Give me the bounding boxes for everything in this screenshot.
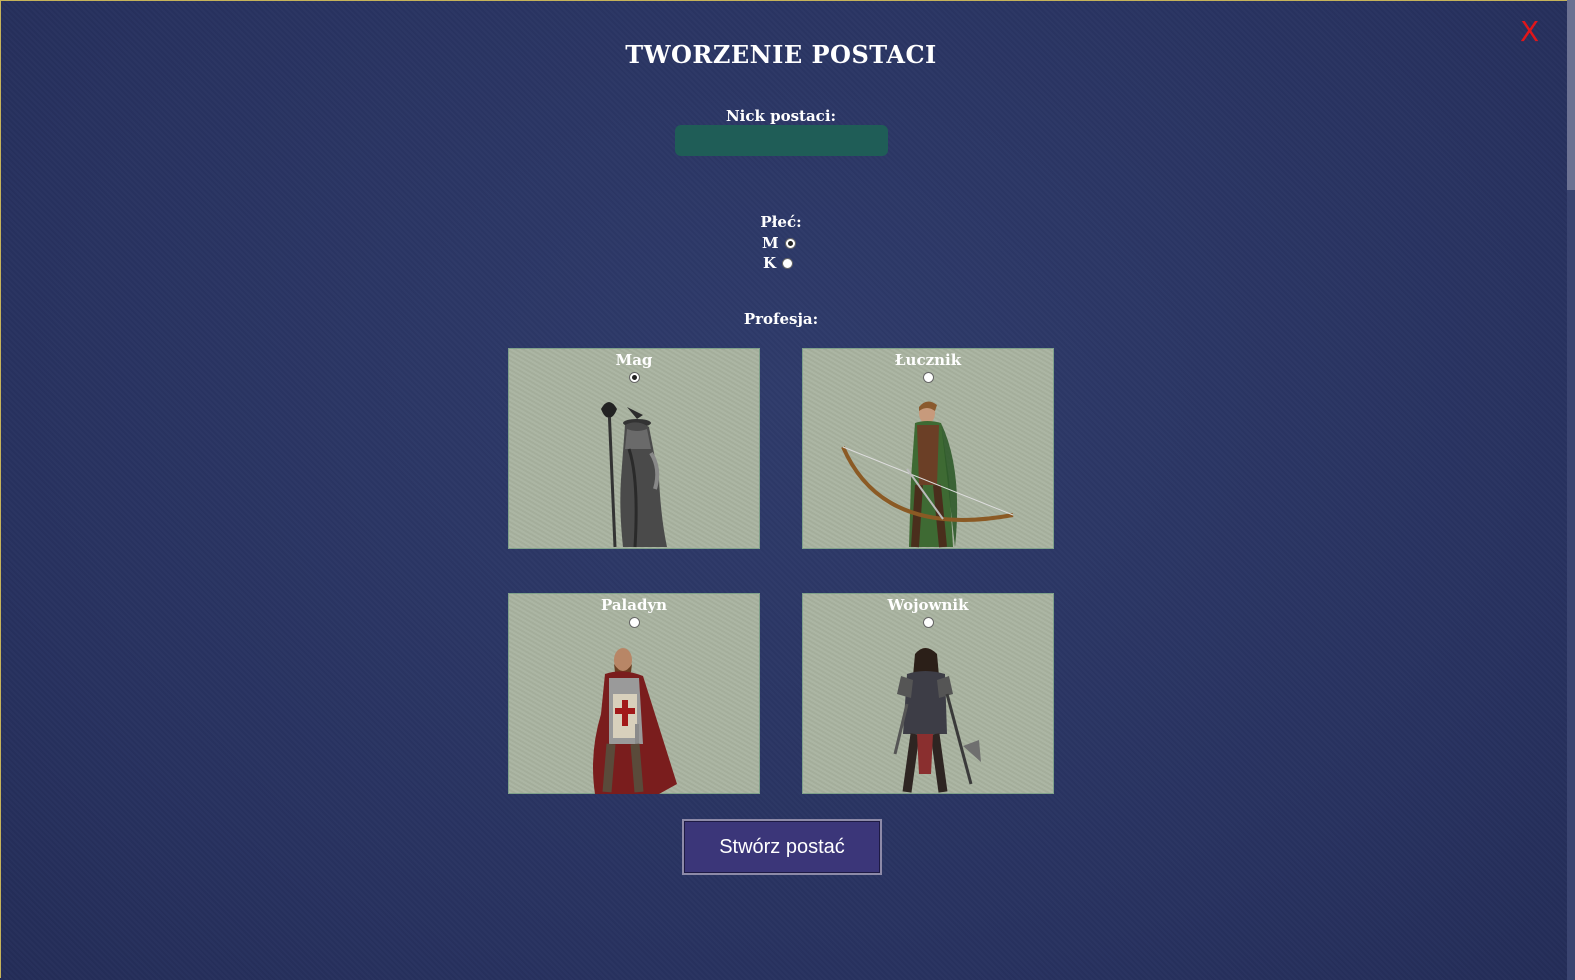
profession-card-name: Paladyn	[600, 596, 668, 614]
profession-lucznik-radio[interactable]	[923, 372, 934, 383]
warrior-illustration	[893, 648, 981, 793]
profession-card-mag[interactable]: Mag	[508, 348, 760, 549]
mage-illustration	[601, 402, 667, 548]
profession-card-paladyn[interactable]: Paladyn	[508, 593, 760, 794]
create-character-button[interactable]: Stwórz postać	[682, 819, 882, 875]
profession-card-wojownik[interactable]: Wojownik	[802, 593, 1054, 794]
profession-card-name: Łucznik	[894, 351, 962, 369]
gender-option-k[interactable]: K	[763, 254, 794, 272]
gender-option-m[interactable]: M	[762, 234, 796, 252]
profession-label: Profesja:	[743, 310, 819, 328]
scrollbar[interactable]	[1567, 0, 1575, 980]
gender-option-label: K	[763, 254, 777, 272]
nick-input[interactable]	[675, 125, 888, 156]
profession-card-lucznik[interactable]: Łucznik	[802, 348, 1054, 549]
archer-illustration	[841, 401, 1014, 548]
profession-card-name: Mag	[615, 351, 653, 369]
gender-label: Płeć:	[760, 213, 802, 231]
profession-card-name: Wojownik	[887, 596, 969, 614]
gender-k-radio[interactable]	[782, 257, 794, 269]
paladin-illustration	[593, 648, 677, 794]
page-title: TWORZENIE POSTACI	[625, 40, 937, 69]
profession-wojownik-radio[interactable]	[923, 617, 934, 628]
gender-option-label: M	[762, 234, 779, 252]
nick-label: Nick postaci:	[725, 107, 837, 125]
gender-m-radio[interactable]	[784, 237, 796, 249]
scrollbar-thumb[interactable]	[1567, 0, 1575, 190]
profession-mag-radio[interactable]	[629, 372, 640, 383]
profession-paladyn-radio[interactable]	[629, 617, 640, 628]
